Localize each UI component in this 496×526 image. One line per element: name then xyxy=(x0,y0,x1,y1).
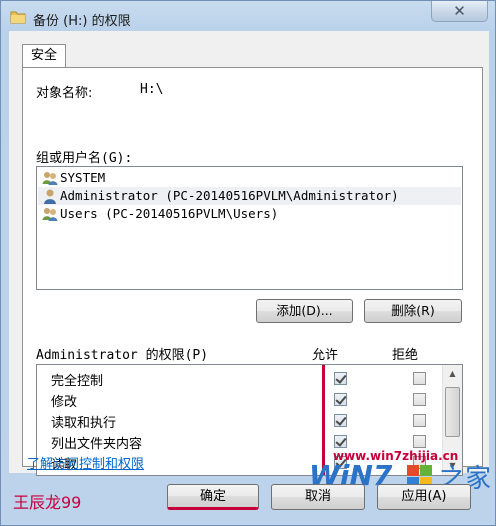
permission-row: 修改 xyxy=(37,389,442,410)
scroll-up-icon[interactable]: ▲ xyxy=(443,366,462,382)
permission-name: 读取和执行 xyxy=(51,416,117,431)
list-item[interactable]: SYSTEM xyxy=(38,169,461,187)
dialog-body: 安全 对象名称: H:\ 组或用户名(G): SYSTEM Administra… xyxy=(9,31,489,476)
allow-checkbox[interactable] xyxy=(334,393,347,406)
scroll-thumb[interactable] xyxy=(445,387,460,437)
list-item-label: SYSTEM xyxy=(60,170,106,185)
access-control-help-link[interactable]: 了解访问控制和权限 xyxy=(27,453,144,472)
author-watermark: 王辰龙99 xyxy=(13,493,82,512)
permission-name: 完全控制 xyxy=(51,374,104,389)
deny-checkbox[interactable] xyxy=(413,414,426,427)
permission-name: 列出文件夹内容 xyxy=(51,437,143,452)
close-icon: ✕ xyxy=(453,2,466,20)
remove-button[interactable]: 删除(R) xyxy=(364,299,462,323)
title-bar[interactable]: 备份 (H:) 的权限 ✕ xyxy=(1,1,495,33)
permissions-label: Administrator 的权限(P) xyxy=(36,348,209,363)
cancel-button[interactable]: 取消 xyxy=(271,484,365,510)
permission-row: 读取和执行 xyxy=(37,410,442,431)
list-item[interactable]: Users (PC-20140516PVLM\Users) xyxy=(38,205,461,223)
permissions-dialog: 备份 (H:) 的权限 ✕ 安全 对象名称: H:\ 组或用户名(G): SYS… xyxy=(0,0,496,526)
deny-checkbox[interactable] xyxy=(413,372,426,385)
users-group-icon xyxy=(42,172,58,185)
deny-column-header: 拒绝 xyxy=(392,348,419,363)
object-name-label: 对象名称: xyxy=(36,86,93,101)
permission-name: 修改 xyxy=(51,395,78,410)
security-tab-page: 对象名称: H:\ 组或用户名(G): SYSTEM Administrator… xyxy=(22,67,483,476)
window-title: 备份 (H:) 的权限 xyxy=(33,14,131,29)
allow-checkbox[interactable] xyxy=(334,372,347,385)
users-group-icon xyxy=(42,208,58,221)
list-item-label: Administrator (PC-20140516PVLM\Administr… xyxy=(60,188,399,203)
deny-checkbox[interactable] xyxy=(413,393,426,406)
add-button[interactable]: 添加(D)... xyxy=(256,299,353,323)
group-user-list[interactable]: SYSTEM Administrator (PC-20140516PVLM\Ad… xyxy=(36,166,463,290)
apply-button[interactable]: 应用(A) xyxy=(377,484,471,510)
allow-checkbox[interactable] xyxy=(334,414,347,427)
permission-row: 完全控制 xyxy=(37,368,442,389)
folder-icon xyxy=(10,11,26,24)
object-name-value: H:\ xyxy=(140,82,164,97)
group-user-label: 组或用户名(G): xyxy=(36,151,133,166)
user-icon xyxy=(44,189,56,204)
list-item-label: Users (PC-20140516PVLM\Users) xyxy=(60,206,279,221)
tab-security[interactable]: 安全 xyxy=(22,44,66,68)
site-url-watermark: www.win7zhijia.cn xyxy=(333,449,459,463)
close-button[interactable]: ✕ xyxy=(431,1,488,22)
list-item-selected[interactable]: Administrator (PC-20140516PVLM\Administr… xyxy=(38,187,461,205)
allow-column-header: 允许 xyxy=(312,348,339,363)
ok-button[interactable]: 确定 xyxy=(167,484,259,510)
